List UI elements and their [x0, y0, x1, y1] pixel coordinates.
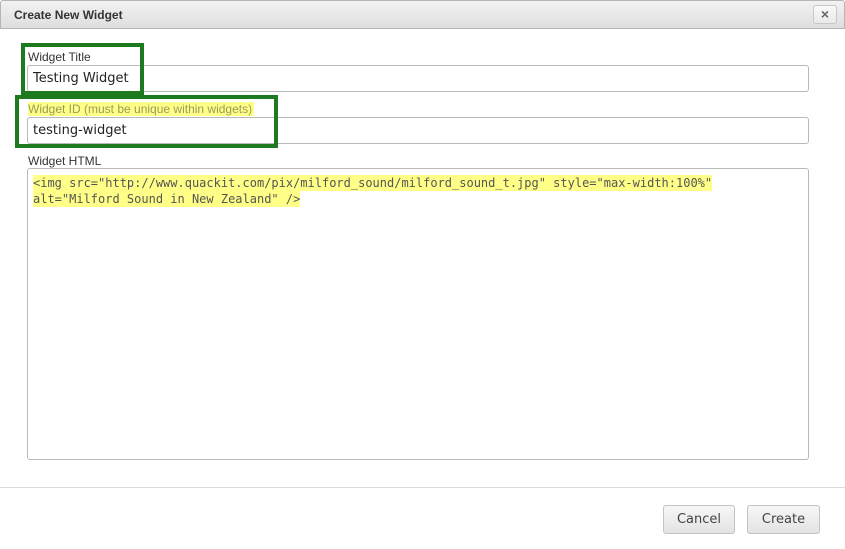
widget-html-label: Widget HTML	[28, 154, 102, 168]
dialog-title: Create New Widget	[14, 8, 123, 22]
close-icon: ×	[820, 6, 830, 22]
widget-html-line-2: alt="Milford Sound in New Zealand" />	[33, 191, 301, 207]
cancel-button[interactable]: Cancel	[663, 505, 735, 534]
widget-html-textarea[interactable]: <img src="http://www.quackit.com/pix/mil…	[27, 168, 809, 460]
widget-id-input[interactable]	[27, 117, 809, 144]
close-button[interactable]: ×	[813, 5, 837, 24]
widget-html-line-1: <img src="http://www.quackit.com/pix/mil…	[33, 175, 713, 191]
create-widget-dialog: Create New Widget × Widget Title Widget …	[0, 0, 845, 549]
create-button[interactable]: Create	[747, 505, 820, 534]
dialog-titlebar[interactable]: Create New Widget ×	[0, 0, 845, 29]
footer-divider	[0, 487, 845, 488]
widget-title-input[interactable]	[27, 65, 809, 92]
widget-id-label: Widget ID (must be unique within widgets…	[28, 102, 255, 116]
widget-title-label: Widget Title	[28, 50, 91, 64]
